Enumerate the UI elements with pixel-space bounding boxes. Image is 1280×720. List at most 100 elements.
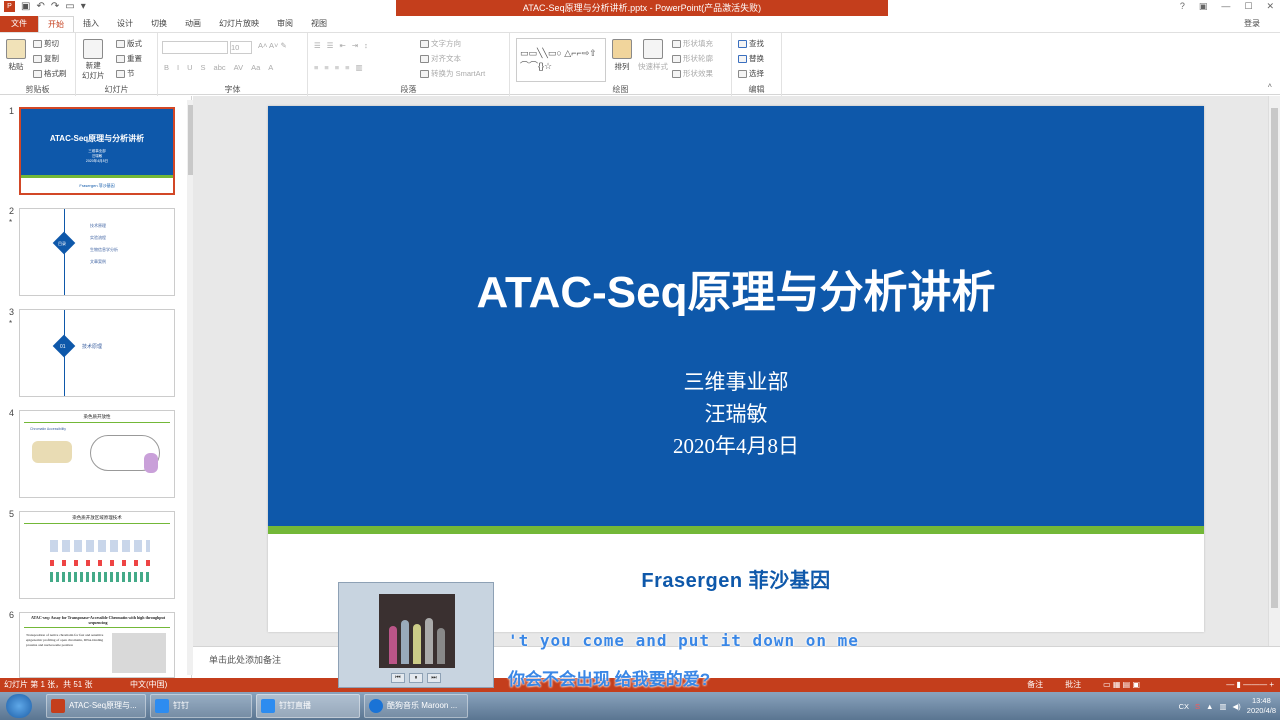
thumbnail-slide-2[interactable]: 目录 技术原理 实验流程 生物信息学分析 文章案例	[19, 208, 175, 296]
align-buttons[interactable]: ≡ ≡ ≡ ≡ ▥	[314, 63, 363, 72]
copy-button[interactable]: 复制	[33, 53, 59, 64]
tab-animations[interactable]: 动画	[176, 16, 210, 32]
volume-icon[interactable]: ◀)	[1233, 702, 1241, 711]
section-icon	[116, 69, 125, 78]
task-dingtalk[interactable]: 钉钉	[150, 694, 252, 718]
tab-view[interactable]: 视图	[302, 16, 336, 32]
slide-canvas[interactable]: ATAC-Seq原理与分析讲析 三维事业部 汪瑞敏 2020年4月8日 Fras…	[268, 106, 1204, 632]
list-buttons[interactable]: ☰ ☰ ⇤ ⇥ ↕	[314, 41, 368, 50]
text-direction-icon	[420, 39, 429, 48]
select-button[interactable]: 选择	[738, 68, 764, 79]
next-icon[interactable]: ⏭	[427, 673, 441, 683]
text-direction-button[interactable]: 文字方向	[420, 38, 461, 49]
previous-icon[interactable]: ⏮	[391, 673, 405, 683]
tray-expand-icon[interactable]: ▲	[1206, 702, 1213, 711]
thumbnail-slide-4[interactable]: 染色质开放性 Chromatin Accessibility	[19, 410, 175, 498]
shadow-icon[interactable]: S	[201, 63, 206, 72]
qat-more-icon[interactable]: ▾	[81, 1, 86, 12]
reset-button[interactable]: 重置	[116, 53, 142, 64]
font-style-buttons[interactable]: B I U Sabc AV Aa A	[164, 63, 273, 72]
tab-insert[interactable]: 插入	[74, 16, 108, 32]
layout-icon	[116, 39, 125, 48]
ribbon-tabs: 文件 开始 插入 设计 切换 动画 幻灯片放映 审阅 视图 登录	[0, 16, 1280, 32]
network-icon[interactable]: ▥	[1219, 702, 1226, 711]
task-powerpoint[interactable]: ATAC-Seq原理与...	[46, 694, 146, 718]
pause-icon[interactable]: ⏸	[409, 673, 423, 683]
task-dingtalk-live[interactable]: 钉钉直播	[256, 694, 360, 718]
replace-button[interactable]: 替换	[738, 53, 764, 64]
tab-review[interactable]: 审阅	[268, 16, 302, 32]
music-player-popup[interactable]: ⏮ ⏸ ⏭	[338, 582, 494, 688]
tab-design[interactable]: 设计	[108, 16, 142, 32]
slide-department[interactable]: 三维事业部	[268, 366, 1204, 396]
select-icon	[738, 69, 747, 78]
italic-icon[interactable]: I	[177, 63, 179, 72]
slide-scrollbar[interactable]	[1268, 96, 1280, 646]
slide-date[interactable]: 2020年4月8日	[268, 430, 1204, 460]
view-buttons[interactable]: ▭ ▦ ▤ ▣	[1103, 678, 1140, 692]
collapse-ribbon-icon[interactable]: ˄	[1268, 81, 1272, 90]
close-icon[interactable]: ✕	[1266, 1, 1274, 12]
spacing-icon[interactable]: AV	[234, 63, 243, 72]
maximize-icon[interactable]: ☐	[1244, 1, 1252, 12]
ime-indicator[interactable]: CX	[1179, 702, 1189, 711]
smartart-button[interactable]: 转换为 SmartArt	[420, 68, 485, 79]
shape-effects-button[interactable]: 形状效果	[672, 68, 713, 79]
layout-button[interactable]: 版式	[116, 38, 142, 49]
save-icon[interactable]: ▣	[21, 1, 30, 12]
align-text-icon	[420, 54, 429, 63]
arrange-button[interactable]: 排列	[612, 39, 632, 72]
thumbnail-slide-6[interactable]: ATAC-seq: Assay for Transposase-Accessib…	[19, 612, 175, 678]
lyric-line-1: 't you come and put it down on me	[508, 631, 859, 650]
smartart-icon	[420, 69, 429, 78]
font-size-box[interactable]: 10	[230, 41, 252, 54]
thumbnail-slide-5[interactable]: 染色质开放区域原理技术	[19, 511, 175, 599]
help-icon[interactable]: ?	[1180, 1, 1185, 12]
redo-icon[interactable]: ↷	[51, 1, 59, 12]
new-slide-button[interactable]: 新建 幻灯片	[82, 39, 105, 81]
font-grow-shrink[interactable]: A˄ A˅ ✎	[258, 41, 287, 50]
tab-file[interactable]: 文件	[0, 16, 38, 32]
ribbon-display-icon[interactable]: ▣	[1199, 1, 1208, 12]
group-font: 10 A˄ A˅ ✎ B I U Sabc AV Aa A 字体	[158, 33, 308, 96]
section-button[interactable]: 节	[116, 68, 135, 79]
find-button[interactable]: 查找	[738, 38, 764, 49]
shapes-gallery[interactable]: ▭▭╲╲▭○ △⌐⌐⇨⇧ ⌒⌒{}☆	[516, 38, 606, 82]
shape-fill-button[interactable]: 形状填充	[672, 38, 713, 49]
tab-slideshow[interactable]: 幻灯片放映	[210, 16, 268, 32]
tab-home[interactable]: 开始	[38, 16, 74, 32]
font-color-icon[interactable]: A	[268, 63, 273, 72]
quick-styles-button[interactable]: 快速样式	[638, 39, 668, 72]
undo-icon[interactable]: ↶	[36, 1, 44, 12]
paste-button[interactable]: 粘贴	[6, 39, 26, 72]
arrange-icon	[612, 39, 632, 59]
zoom-slider[interactable]: — ▮ ——— +	[1226, 678, 1274, 692]
underline-icon[interactable]: U	[187, 63, 192, 72]
bold-icon[interactable]: B	[164, 63, 169, 72]
thumbnail-slide-3[interactable]: 01 技术原理	[19, 309, 175, 397]
notes-toggle[interactable]: 备注	[1027, 678, 1043, 692]
tab-transitions[interactable]: 切换	[142, 16, 176, 32]
fill-icon	[672, 39, 681, 48]
slide-author[interactable]: 汪瑞敏	[268, 398, 1204, 428]
task-kugou[interactable]: 酷狗音乐 Maroon ...	[364, 694, 468, 718]
present-icon[interactable]: ▭	[65, 1, 74, 12]
shape-outline-button[interactable]: 形状轮廓	[672, 53, 713, 64]
language-indicator[interactable]: 中文(中国)	[130, 678, 167, 692]
slide-title[interactable]: ATAC-Seq原理与分析讲析	[268, 256, 1204, 320]
font-name-box[interactable]	[162, 41, 228, 54]
thumbnail-slide-1[interactable]: ATAC-Seq原理与分析讲析 三维事业部 汪瑞敏 2020年4月8日 Fras…	[19, 107, 175, 195]
sogou-icon[interactable]: S	[1195, 702, 1200, 711]
comments-toggle[interactable]: 批注	[1065, 678, 1081, 692]
align-text-button[interactable]: 对齐文本	[420, 53, 461, 64]
case-icon[interactable]: Aa	[251, 63, 260, 72]
strike-icon[interactable]: abc	[214, 63, 226, 72]
login-link[interactable]: 登录	[1244, 16, 1260, 32]
cut-button[interactable]: 剪切	[33, 38, 59, 49]
clock[interactable]: 13:48 2020/4/8	[1247, 696, 1276, 716]
start-button[interactable]	[6, 694, 32, 718]
format-painter-button[interactable]: 格式刷	[33, 68, 67, 79]
ribbon: 粘贴 剪切 复制 格式刷 剪贴板 新建 幻灯片 版式 重置 节 幻灯片 10 A…	[0, 32, 1280, 96]
minimize-icon[interactable]: —	[1221, 1, 1230, 12]
kugou-icon	[369, 699, 383, 713]
